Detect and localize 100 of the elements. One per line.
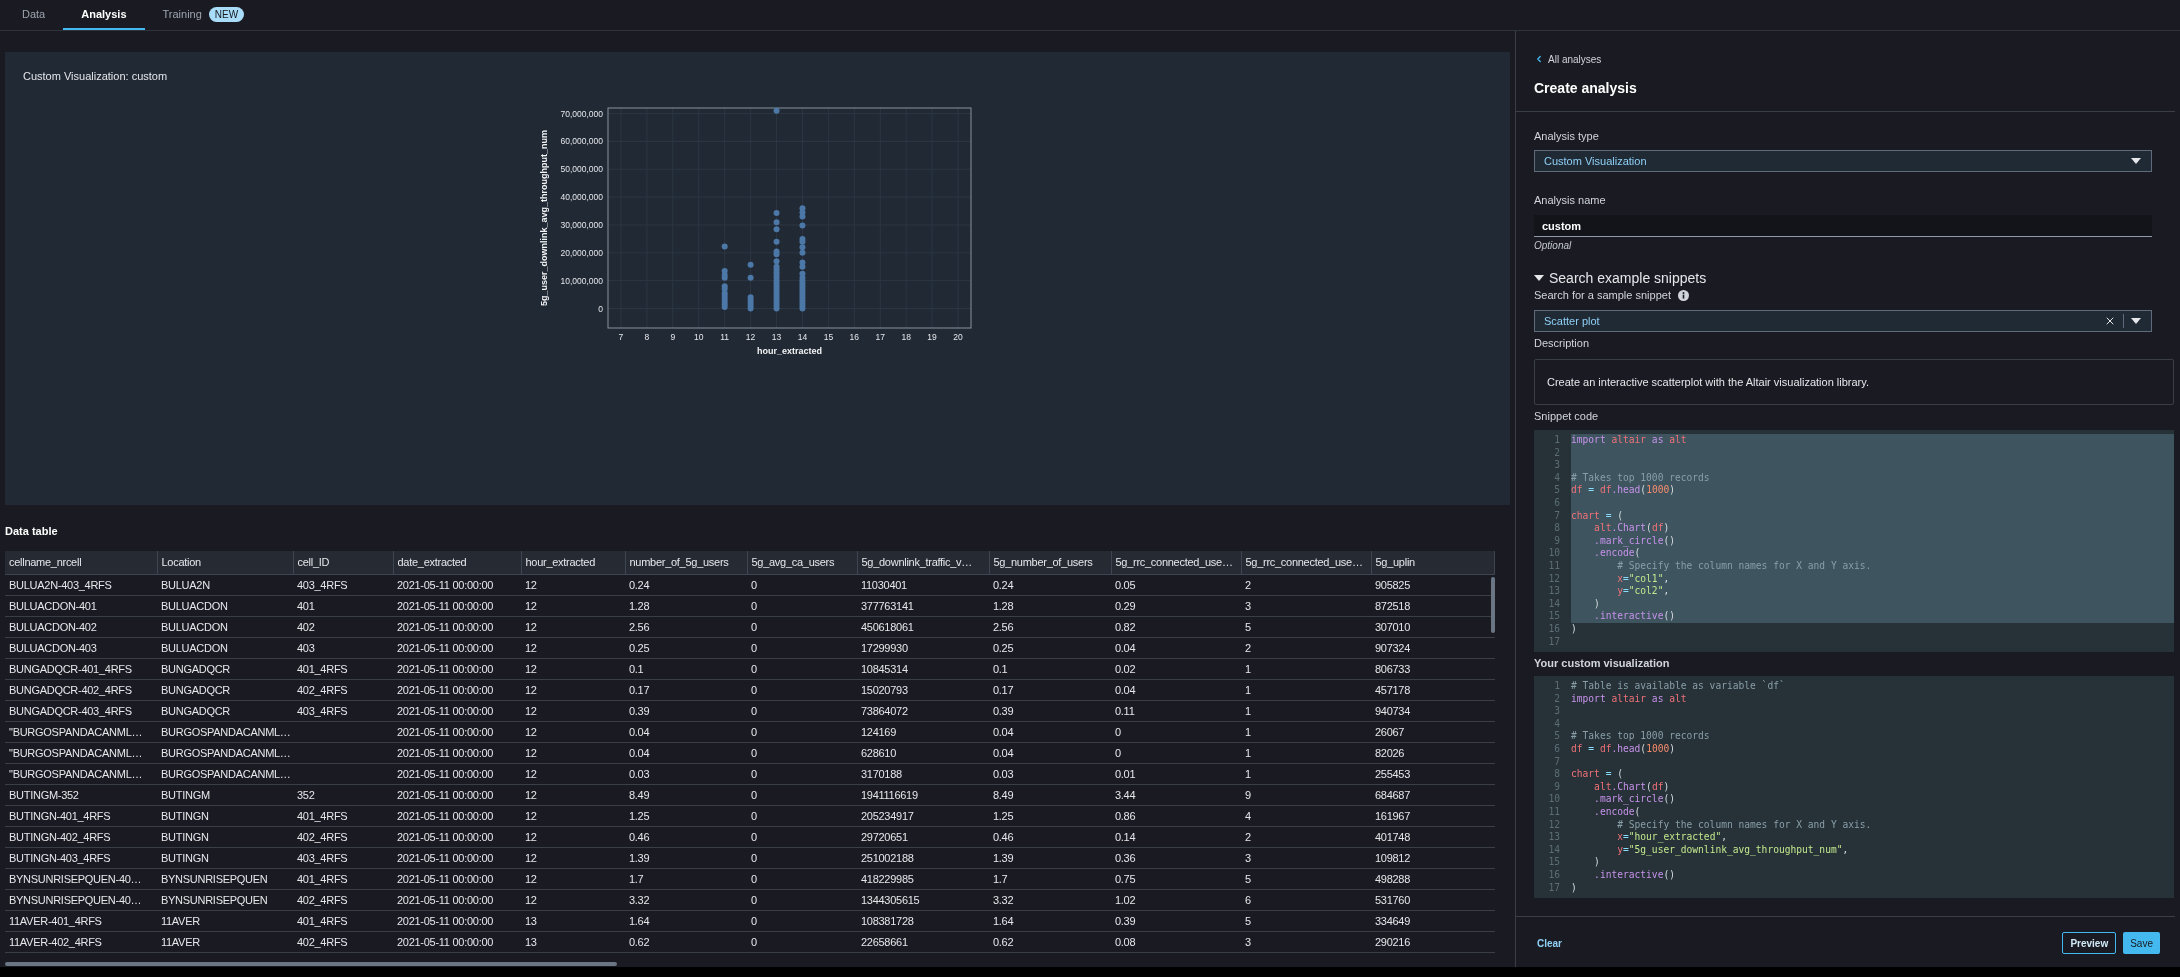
close-icon[interactable]	[2104, 315, 2116, 327]
table-cell: "BURGOSPANDACANML…	[5, 763, 157, 785]
line-number: 15	[1547, 856, 1560, 869]
table-cell: 0.17	[989, 679, 1111, 701]
table-cell: 0.29	[1111, 595, 1241, 617]
table-cell: 0	[747, 637, 857, 659]
table-cell: BUNGADQCR	[157, 679, 293, 701]
table-cell: 12	[521, 763, 625, 785]
table-cell: 1	[1241, 700, 1371, 722]
tab[interactable]: Training NEW	[144, 0, 263, 30]
back-link[interactable]: All analyses	[1534, 51, 1602, 67]
line-number: 14	[1547, 597, 1560, 611]
table-cell: 3170188	[857, 763, 989, 785]
table-cell: 0.46	[989, 826, 1111, 848]
line-number: 4	[1553, 471, 1560, 485]
code-line: # Takes top 1000 records	[1571, 730, 1711, 744]
table-cell: 403	[293, 637, 393, 659]
table-cell: 2021-05-11 00:00:00	[393, 868, 521, 890]
table-cell: 12	[521, 700, 625, 722]
table-cell: 0.04	[989, 721, 1111, 743]
code-line: .encode(	[1593, 806, 1642, 819]
code-line: chart = (	[1571, 768, 1624, 781]
line-number: 7	[1553, 755, 1560, 769]
table-cell: 0.03	[625, 763, 747, 785]
table-cell: 12	[521, 637, 625, 659]
scrollbar-thumb[interactable]	[1491, 576, 1495, 633]
table-cell: 531760	[1371, 889, 1495, 911]
x-tick-label: 17	[875, 331, 885, 342]
column-header[interactable]: hour_extracted	[521, 550, 625, 575]
snippet-select[interactable]: Scatter plot	[1534, 310, 2152, 332]
table-cell: 0.62	[989, 931, 1111, 953]
table-cell: 11AVER-402_4RFS	[5, 931, 157, 953]
table-cell: 0	[747, 805, 857, 827]
column-header[interactable]: Location	[157, 550, 293, 575]
table-cell: 0.75	[1111, 868, 1241, 890]
column-header[interactable]: 5g_rrc_connected_use…	[1241, 550, 1371, 575]
table-cell: BYNSUNRISEPQUEN-40…	[5, 889, 157, 911]
save-button[interactable]: Save	[2123, 932, 2160, 955]
table-cell: 2	[1241, 826, 1371, 848]
table-cell: 2021-05-11 00:00:00	[393, 574, 521, 596]
x-tick-label: 16	[849, 331, 859, 342]
table-cell: 251002188	[857, 847, 989, 869]
x-tick-label: 13	[771, 331, 781, 342]
line-number: 1	[1553, 680, 1560, 693]
table-cell: 806733	[1371, 658, 1495, 680]
table-cell: BUTINGN-403_4RFS	[5, 847, 157, 869]
table-cell: 401	[293, 595, 393, 617]
table-cell: 2021-05-11 00:00:00	[393, 763, 521, 785]
table-cell: 401_4RFS	[293, 868, 393, 890]
table-cell: 3	[1241, 595, 1371, 617]
table-cell: 12	[521, 805, 625, 827]
table-cell: 12	[521, 679, 625, 701]
table-cell: 1.02	[1111, 889, 1241, 911]
code-line: # Table is available as variable `df`	[1571, 680, 1786, 693]
x-tick-label: 12	[745, 331, 755, 342]
table-cell: BULUACDON-403	[5, 637, 157, 659]
table-cell: 1.28	[625, 595, 747, 617]
table-cell: 2021-05-11 00:00:00	[393, 889, 521, 911]
table-cell: 0.04	[989, 742, 1111, 764]
column-header[interactable]: cellname_nrcell	[5, 550, 157, 575]
table-cell: 628610	[857, 742, 989, 764]
table-cell: 0	[747, 721, 857, 743]
x-tick-label: 11	[719, 331, 729, 342]
line-number: 13	[1547, 831, 1560, 844]
preview-button[interactable]: Preview	[2062, 932, 2117, 955]
scrollbar-thumb[interactable]	[5, 961, 617, 966]
caret-icon	[2131, 158, 2141, 164]
code-editor[interactable]	[1534, 430, 2174, 653]
table-cell: 0.04	[1111, 679, 1241, 701]
table-cell: 498288	[1371, 868, 1495, 890]
code-line: alt.Chart(df)	[1593, 780, 1671, 794]
column-header[interactable]: number_of_5g_users	[625, 550, 747, 575]
table-cell: 0	[747, 826, 857, 848]
table-cell: 2021-05-11 00:00:00	[393, 847, 521, 869]
table-cell: 0.24	[989, 574, 1111, 596]
field-label: Your custom visualization	[1534, 656, 1670, 671]
column-header[interactable]: 5g_rrc_connected_use…	[1111, 550, 1241, 575]
expand-section-toggle[interactable]: Search example snippets	[1534, 269, 1707, 287]
column-header[interactable]: cell_ID	[293, 550, 393, 575]
analysis-name-field[interactable]: custom	[1534, 215, 2152, 237]
line-number: 6	[1553, 496, 1560, 510]
column-header[interactable]: 5g_number_of_users	[989, 550, 1111, 575]
line-number: 13	[1547, 585, 1560, 598]
table-cell: 11AVER	[157, 910, 293, 932]
column-header[interactable]: 5g_downlink_traffic_v…	[857, 550, 989, 575]
field-label: Analysis name	[1534, 193, 1606, 207]
column-header[interactable]: date_extracted	[393, 550, 521, 575]
column-header[interactable]: 5g_avg_ca_users	[747, 550, 857, 575]
field-hint: Optional	[1534, 240, 1572, 252]
table-cell: 0.08	[1111, 931, 1241, 953]
table-cell: BUTINGN	[157, 805, 293, 827]
table-cell: 2021-05-11 00:00:00	[393, 679, 521, 701]
code-line: )	[1571, 881, 1578, 895]
x-tick-label: 8	[644, 331, 649, 342]
column-header[interactable]: 5g_uplin	[1371, 550, 1495, 575]
tab[interactable]: Data	[4, 0, 64, 30]
analysis-type-select[interactable]: Custom Visualization	[1534, 150, 2152, 172]
clear-button[interactable]: Clear	[1537, 932, 1562, 955]
tab[interactable]: Analysis	[63, 0, 145, 30]
table-cell: 0.39	[625, 700, 747, 722]
